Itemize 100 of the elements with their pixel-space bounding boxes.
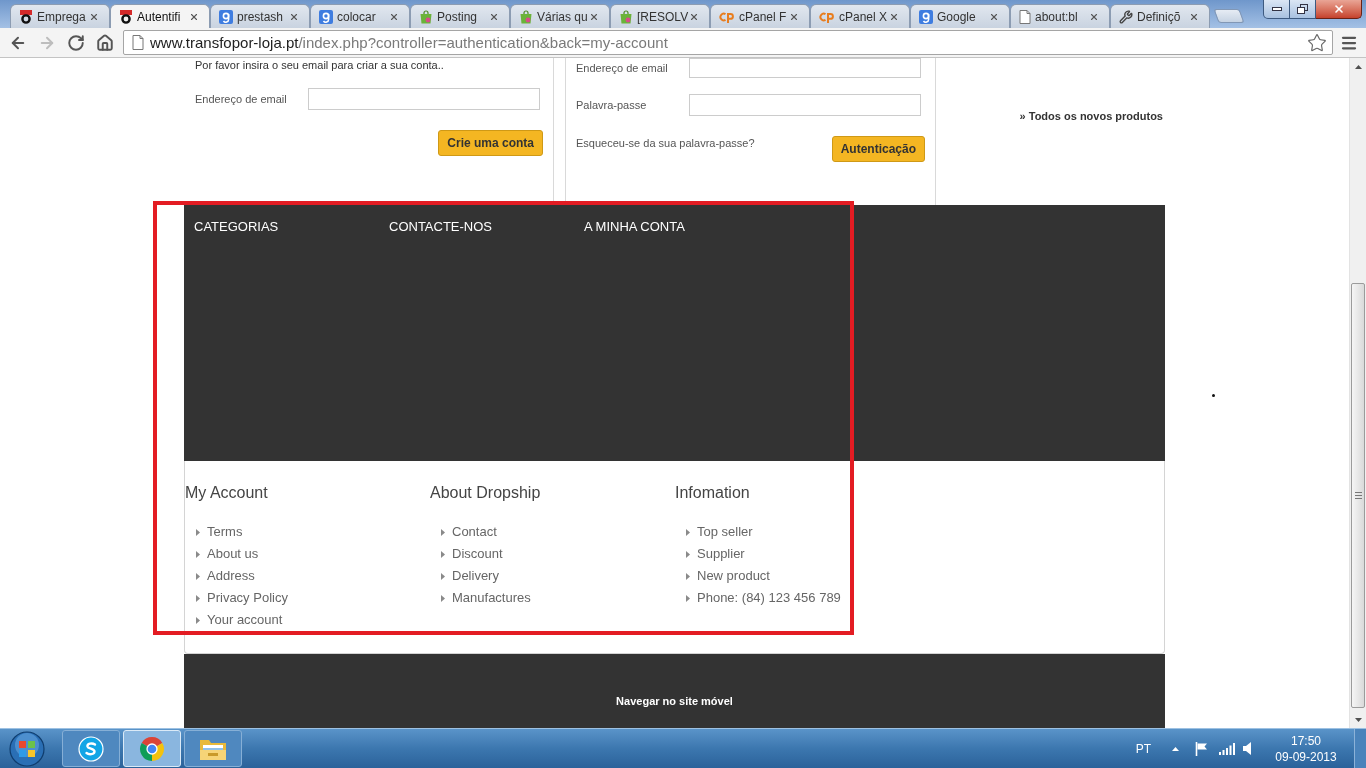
footer-heading: CATEGORIAS [194, 219, 279, 235]
footer-link[interactable]: Terms [207, 524, 243, 540]
footer-link[interactable]: Delivery [452, 568, 499, 584]
close-icon[interactable] [389, 11, 399, 22]
footer-link[interactable]: Manufactures [452, 590, 531, 606]
scroll-thumb[interactable] [1351, 283, 1365, 708]
shopping-bag-icon [519, 9, 533, 24]
grip-icon [1354, 492, 1362, 499]
browser-tab[interactable]: Google [910, 4, 1010, 28]
triangle-bullet-icon [196, 616, 200, 624]
field-label: Palavra-passe [576, 98, 648, 112]
speaker-icon[interactable] [1243, 742, 1252, 755]
triangle-bullet-icon [441, 550, 445, 558]
triangle-bullet-icon [441, 572, 445, 580]
close-icon[interactable] [789, 11, 799, 22]
shopping-bag-icon [619, 9, 633, 24]
close-icon[interactable] [889, 11, 899, 22]
page-icon [1019, 9, 1031, 24]
create-account-button[interactable]: Crie uma conta [438, 130, 543, 156]
windows-logo-icon [9, 730, 45, 767]
footer-column-heading: Infomation [675, 484, 751, 502]
scrollbar[interactable] [1349, 58, 1366, 728]
footer-link[interactable]: Your account [207, 612, 283, 628]
forgot-password-link[interactable]: Esqueceu-se da sua palavra-passe? [576, 136, 755, 150]
browser-tab[interactable]: Várias qu [510, 4, 610, 28]
footer-link[interactable]: About us [207, 546, 259, 562]
triangle-bullet-icon [196, 594, 200, 602]
close-icon[interactable] [89, 11, 99, 22]
close-icon [1332, 3, 1345, 15]
taskbar-app-button[interactable] [184, 730, 242, 767]
triangle-bullet-icon [686, 528, 690, 536]
footer-link[interactable]: Supplier [697, 546, 745, 562]
url-text: www.transfopor-loja.pt/index.php?controller=authentication&back=my-account [150, 33, 668, 52]
field-label: Endereço de email [576, 61, 669, 75]
language-indicator[interactable]: PT [1135, 741, 1151, 756]
g-logo-icon [219, 9, 233, 24]
intro-text: Por favor insira o seu email para criar a sua conta.. [195, 58, 445, 72]
browser-tab[interactable]: prestash [210, 4, 310, 28]
flag-icon[interactable] [1195, 741, 1208, 756]
shopping-bag-icon [419, 9, 433, 24]
close-icon[interactable] [489, 11, 499, 22]
ring-logo-icon [119, 9, 133, 24]
restore-icon [1297, 4, 1308, 14]
browser-tab[interactable]: colocar [310, 4, 410, 28]
up-arrow-icon [1354, 64, 1362, 69]
close-icon[interactable] [589, 11, 599, 22]
clock[interactable]: 17:50 09-09-2013 [1272, 732, 1340, 765]
footer-link[interactable]: Top seller [697, 524, 753, 540]
triangle-bullet-icon [686, 572, 690, 580]
browser-tab[interactable]: [RESOLV [610, 4, 710, 28]
browser-tab[interactable]: Definiçõ [1110, 4, 1210, 28]
home-icon [95, 33, 114, 52]
triangle-bullet-icon [441, 594, 445, 602]
triangle-bullet-icon [196, 572, 200, 580]
taskbar-app-button[interactable] [62, 730, 120, 767]
login-button[interactable]: Autenticação [831, 136, 925, 162]
triangle-bullet-icon [441, 528, 445, 536]
triangle-bullet-icon [686, 550, 690, 558]
ring-logo-icon [19, 9, 33, 24]
email-field[interactable] [308, 88, 540, 110]
close-icon[interactable] [189, 11, 199, 22]
close-icon[interactable] [289, 11, 299, 22]
down-arrow-icon [1354, 717, 1362, 722]
g-logo-icon [919, 9, 933, 24]
password-field[interactable] [689, 94, 921, 116]
browser-tab[interactable]: Posting [410, 4, 510, 28]
footer-link[interactable]: Contact [452, 524, 497, 540]
triangle-bullet-icon [196, 550, 200, 558]
footer-link[interactable]: Discount [452, 546, 503, 562]
browser-tab[interactable]: cPanel F [710, 4, 810, 28]
browser-tab[interactable]: Emprega [10, 4, 110, 28]
triangle-bullet-icon [196, 528, 200, 536]
footer-link[interactable]: Privacy Policy [207, 590, 288, 606]
triangle-bullet-icon [686, 594, 690, 602]
g-logo-icon [319, 9, 333, 24]
address-bar[interactable]: www.transfopor-loja.pt/index.php?controller=authentication&back=my-account [123, 30, 1333, 55]
signal-bars-icon[interactable] [1219, 742, 1235, 755]
star-icon[interactable] [1307, 32, 1327, 53]
footer-link[interactable]: New product [697, 568, 770, 584]
browser-tab[interactable]: Autentifi [110, 4, 210, 28]
footer-link[interactable]: Address [207, 568, 255, 584]
close-icon[interactable] [1189, 11, 1199, 22]
close-button[interactable] [1316, 0, 1362, 19]
footer-link[interactable]: Phone: (84) 123 456 789 [697, 590, 841, 606]
reload-icon [66, 33, 85, 52]
footer-column-heading: About Dropship [430, 484, 541, 502]
browser-tab[interactable]: cPanel X [810, 4, 910, 28]
close-icon[interactable] [689, 11, 699, 22]
maximize-button[interactable] [1290, 0, 1316, 19]
footer-heading: CONTACTE-NOS [389, 219, 493, 235]
minimize-button[interactable] [1263, 0, 1290, 19]
field-label: Endereço de email [195, 92, 288, 106]
mobile-site-link[interactable]: Navegar no site móvel [616, 694, 733, 708]
browser-tab[interactable]: about:bl [1010, 4, 1110, 28]
close-icon[interactable] [989, 11, 999, 22]
chrome-logo-icon [139, 735, 165, 762]
new-products-link[interactable]: » Todos os novos produtos [1019, 109, 1163, 123]
wrench-icon [1119, 9, 1133, 24]
email-field[interactable] [689, 58, 921, 78]
close-icon[interactable] [1089, 11, 1099, 22]
